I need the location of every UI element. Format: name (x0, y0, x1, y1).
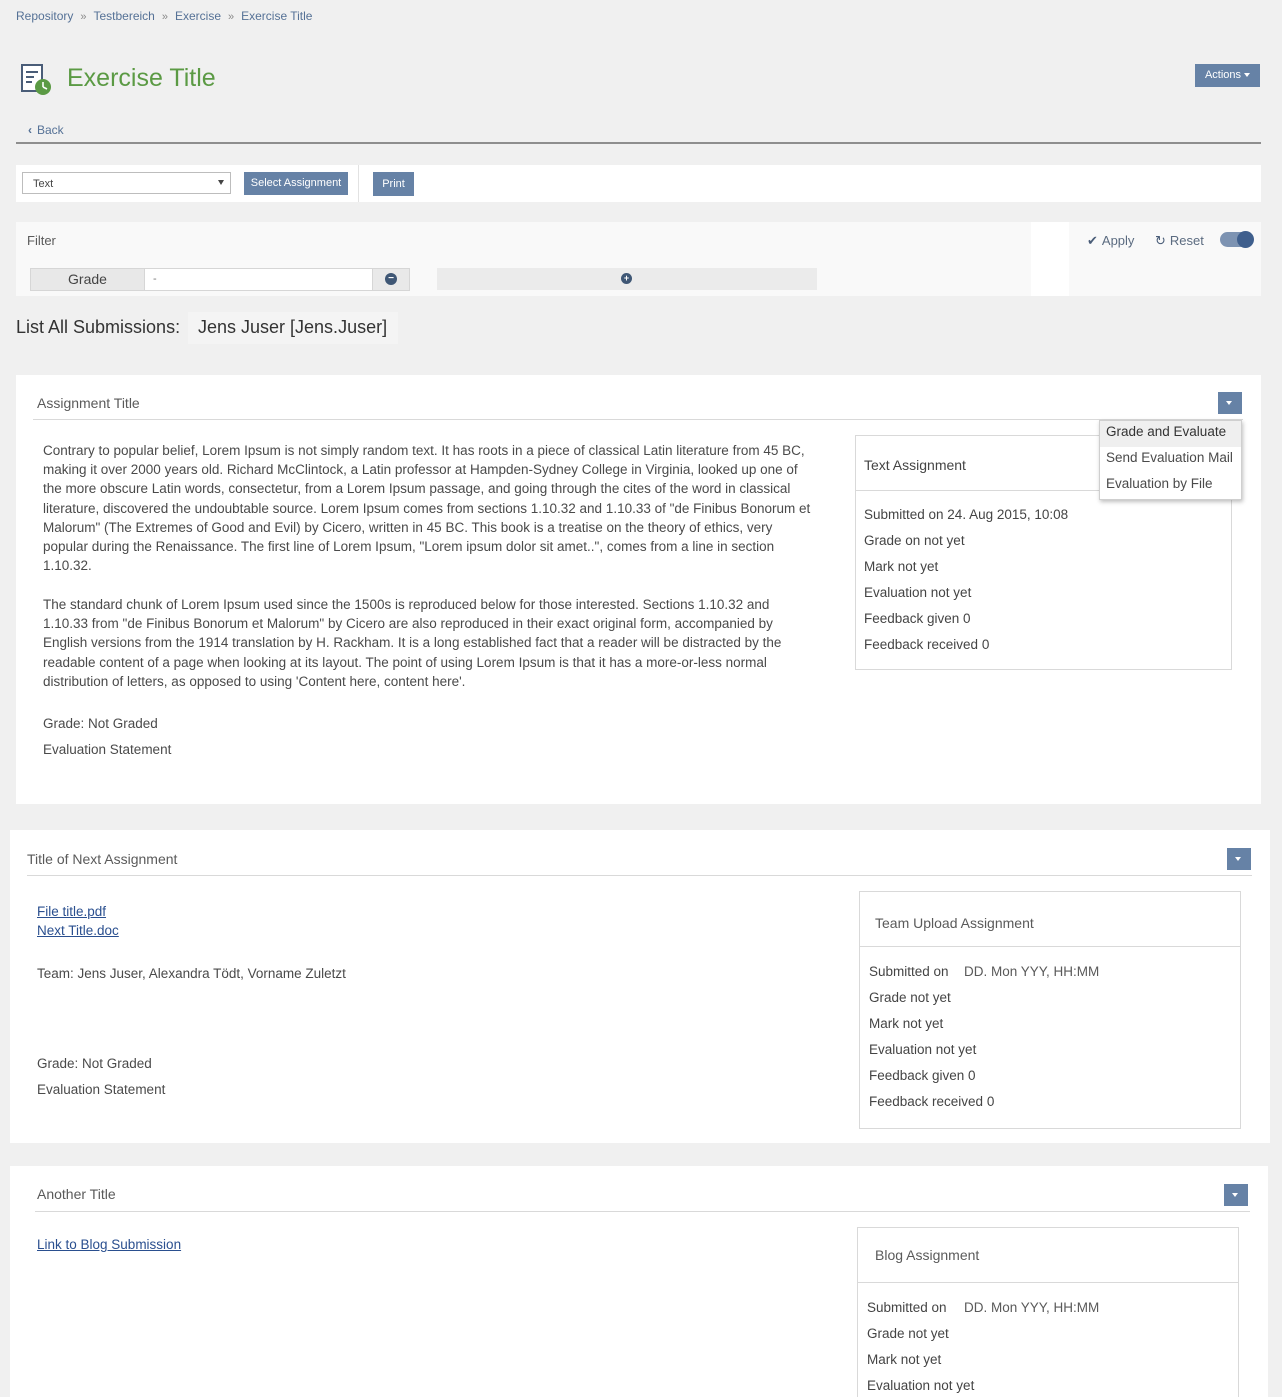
caret-down-icon (1232, 1193, 1238, 1197)
breadcrumb-item-exercise[interactable]: Exercise (175, 9, 221, 23)
grade-text: Grade: Not Graded (43, 716, 158, 731)
evaluation-text: Evaluation Statement (43, 742, 172, 757)
submitted-info: Submitted on 24. Aug 2015, 10:08 (864, 507, 1069, 522)
info-box-title: Team Upload Assignment (875, 915, 1034, 931)
breadcrumb-item-testbereich[interactable]: Testbereich (93, 9, 154, 23)
assignment-info-box: Team Upload Assignment Submitted on DD. … (859, 891, 1241, 1129)
submitted-info-value: DD. Mon YYY, HH:MM (964, 1300, 1100, 1315)
file-link[interactable]: Next Title.doc (37, 923, 119, 938)
minus-circle-icon: − (385, 273, 397, 285)
submitted-info-value: DD. Mon YYY, HH:MM (964, 964, 1100, 979)
back-link[interactable]: ‹ Back (28, 123, 64, 137)
info-box-title: Blog Assignment (875, 1247, 980, 1263)
assignment-title: Another Title (37, 1186, 116, 1202)
feedback-received-info: Feedback received 0 (869, 1094, 995, 1109)
card-menu-button[interactable] (1227, 848, 1251, 870)
grade-info: Grade on not yet (864, 533, 965, 548)
refresh-icon: ↻ (1155, 233, 1166, 248)
apply-button[interactable]: ✔ Apply (1087, 233, 1134, 249)
assignment-title: Assignment Title (37, 395, 140, 411)
menu-item-grade-and-evaluate[interactable]: Grade and Evaluate (1100, 421, 1241, 447)
grade-filter-label: Grade (30, 268, 145, 291)
grade-filter-input[interactable]: - (144, 268, 373, 291)
select-assignment-button[interactable]: Select Assignment (244, 172, 348, 195)
menu-item-send-evaluation-mail[interactable]: Send Evaluation Mail (1100, 447, 1241, 473)
header-divider (16, 142, 1261, 144)
assignment-select-value: Text (33, 178, 54, 190)
grade-info: Grade not yet (867, 1326, 949, 1341)
mark-info: Mark not yet (864, 559, 939, 574)
card-divider (35, 1211, 1250, 1212)
feedback-received-info: Feedback received 0 (864, 637, 990, 652)
caret-down-icon (1235, 857, 1241, 861)
info-box-divider (858, 1282, 1238, 1283)
card-menu-button[interactable] (1224, 1184, 1248, 1206)
list-submissions-label: List All Submissions: (16, 317, 181, 337)
actions-label: Actions (1204, 69, 1242, 81)
team-members: Team: Jens Juser, Alexandra Tödt, Vornam… (37, 966, 346, 981)
selected-user: Jens Juser [Jens.Juser] (188, 312, 398, 344)
card-dropdown-menu: Grade and Evaluate Send Evaluation Mail … (1099, 420, 1242, 500)
assignment-info-box: Blog Assignment Submitted on DD. Mon YYY… (857, 1227, 1239, 1397)
menu-item-evaluation-by-file[interactable]: Evaluation by File (1100, 473, 1241, 499)
reset-button[interactable]: ↻ Reset (1155, 233, 1204, 249)
breadcrumb-item-exercise-title[interactable]: Exercise Title (241, 9, 312, 23)
submitted-info-label: Submitted on (869, 964, 949, 979)
submission-text-p2: The standard chunk of Lorem Ipsum used s… (43, 597, 782, 689)
apply-label: Apply (1101, 233, 1135, 248)
evaluation-info: Evaluation not yet (864, 585, 972, 600)
exercise-icon (20, 63, 54, 97)
breadcrumb-separator: » (80, 11, 87, 23)
submission-text-p1: Contrary to popular belief, Lorem Ipsum … (43, 443, 811, 574)
info-box-title: Text Assignment (864, 457, 966, 473)
file-link[interactable]: File title.pdf (37, 904, 106, 919)
submitted-info-label: Submitted on (867, 1300, 947, 1315)
toggle-knob (1237, 231, 1254, 248)
blog-submission-link[interactable]: Link to Blog Submission (37, 1237, 181, 1252)
grade-info: Grade not yet (869, 990, 951, 1005)
chevron-left-icon: ‹ (28, 123, 32, 137)
breadcrumb-item-repository[interactable]: Repository (16, 9, 73, 23)
assignment-title: Title of Next Assignment (27, 851, 178, 867)
filter-label: Filter (27, 233, 56, 248)
add-filter-button[interactable]: + (437, 268, 817, 290)
evaluation-info: Evaluation not yet (869, 1042, 977, 1057)
actions-button[interactable]: Actions (1195, 64, 1260, 87)
feedback-given-info: Feedback given 0 (864, 611, 971, 626)
back-label: Back (37, 123, 64, 137)
toolbar-divider (358, 165, 359, 202)
evaluation-info: Evaluation not yet (867, 1378, 975, 1393)
page-title: Exercise Title (67, 64, 216, 92)
print-button[interactable]: Print (373, 172, 414, 196)
mark-info: Mark not yet (869, 1016, 944, 1031)
breadcrumb-separator: » (161, 11, 168, 23)
mark-info: Mark not yet (867, 1352, 942, 1367)
breadcrumb: Repository » Testbereich » Exercise » Exercise… (16, 9, 312, 23)
caret-down-icon (1244, 73, 1251, 78)
filter-panel-gap (1031, 222, 1069, 296)
card-divider (27, 875, 1252, 876)
feedback-given-info: Feedback given 0 (869, 1068, 976, 1083)
card-divider (33, 419, 1243, 420)
filter-toggle[interactable] (1220, 231, 1254, 248)
caret-down-icon (218, 180, 224, 185)
check-icon: ✔ (1087, 233, 1098, 248)
card-menu-button[interactable] (1218, 392, 1242, 414)
grade-text: Grade: Not Graded (37, 1056, 152, 1071)
caret-down-icon (1226, 401, 1232, 405)
evaluation-text: Evaluation Statement (37, 1082, 166, 1097)
breadcrumb-separator: » (228, 11, 235, 23)
assignment-select[interactable]: Text (22, 172, 231, 194)
remove-filter-button[interactable]: − (372, 268, 410, 291)
plus-circle-icon: + (621, 273, 632, 284)
reset-label: Reset (1169, 233, 1204, 248)
info-box-divider (860, 946, 1240, 947)
